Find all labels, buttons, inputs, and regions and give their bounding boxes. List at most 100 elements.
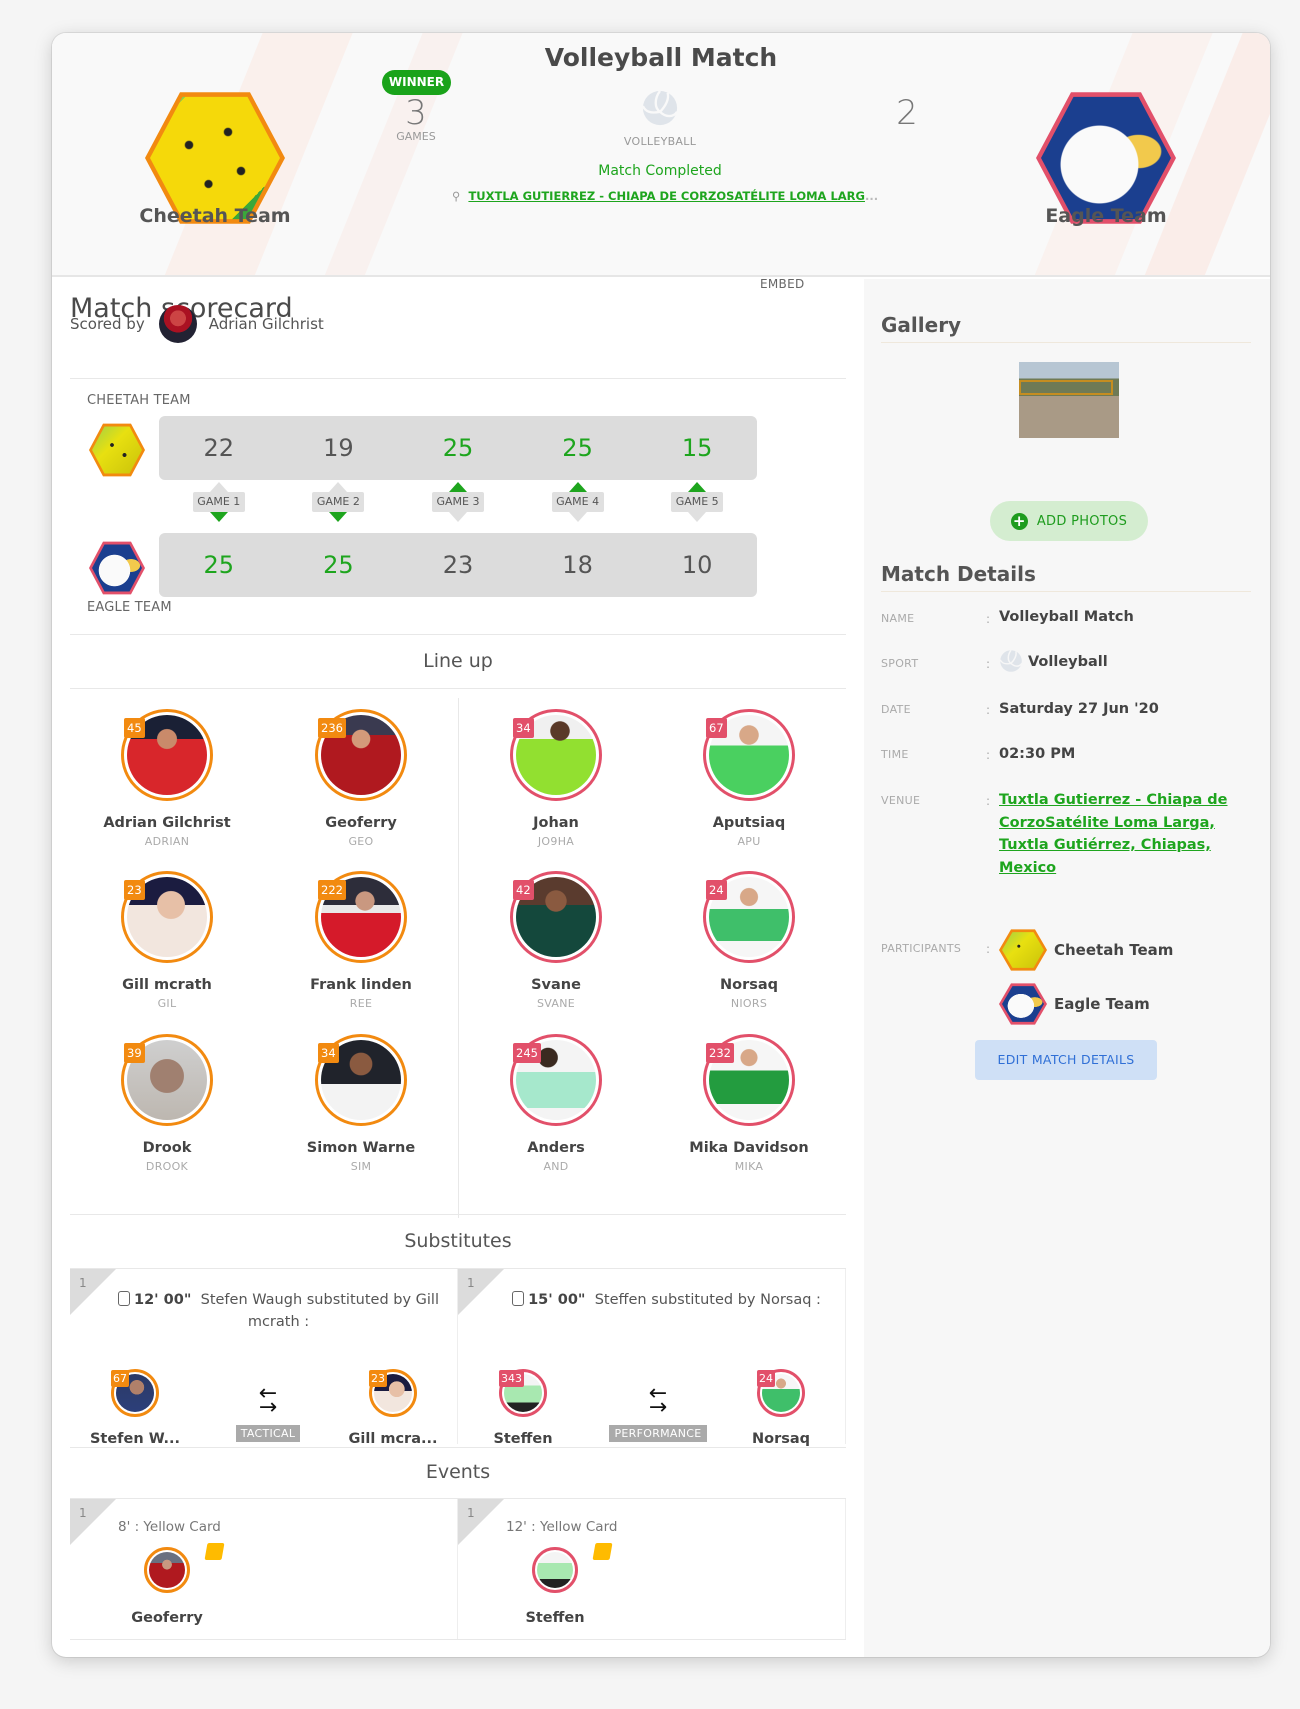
player-avatar[interactable] xyxy=(532,1547,578,1593)
player-avatar[interactable]: 34 xyxy=(315,1034,407,1126)
player-name[interactable]: Norsaq xyxy=(659,977,839,993)
jersey-number: 34 xyxy=(513,718,534,738)
swap: ← → PERFORMANCE xyxy=(608,1383,708,1442)
lineup-player-away[interactable]: 24 Norsaq NIORS xyxy=(659,871,839,1010)
player-name[interactable]: Gill mcrath xyxy=(77,977,257,993)
venue-link[interactable]: Tuxtla Gutierrez - Chiapa de CorzoSatéli… xyxy=(999,789,1239,879)
player-name[interactable]: Anders xyxy=(466,1140,646,1156)
player-avatar[interactable]: 42 xyxy=(510,871,602,963)
match-title: Volleyball Match xyxy=(544,43,778,72)
lineup-player-away[interactable]: 34 Johan JO9HA xyxy=(466,709,646,848)
divider xyxy=(70,688,846,689)
player-handle: SVANE xyxy=(536,997,575,1010)
name-value: Volleyball Match xyxy=(999,609,1134,625)
match-details-title: Match Details xyxy=(881,562,1036,586)
player-avatar[interactable]: 45 xyxy=(121,709,213,801)
participant-home[interactable]: Cheetah Team xyxy=(999,928,1173,972)
player-avatar[interactable]: 24 xyxy=(757,1369,805,1417)
divider xyxy=(70,378,846,379)
location-link[interactable]: TUXTLA GUTIERREZ - CHIAPA DE CORZOSATÉLI… xyxy=(468,189,865,203)
lineup-player-away[interactable]: 67 Aputsiaq APU xyxy=(659,709,839,848)
edit-match-details-button[interactable]: EDIT MATCH DETAILS xyxy=(975,1040,1157,1080)
player-avatar[interactable]: 232 xyxy=(703,1034,795,1126)
yellow-card-icon xyxy=(204,1543,225,1560)
player-avatar[interactable]: 343 xyxy=(499,1369,547,1417)
jersey-number: 34 xyxy=(318,1043,339,1063)
name-label: NAME xyxy=(881,612,915,625)
player-name[interactable]: Aputsiaq xyxy=(659,815,839,831)
away-team-label: EAGLE TEAM xyxy=(87,600,172,615)
player-name[interactable]: Steffen xyxy=(495,1610,615,1626)
player-out[interactable]: 67 Stefen W... xyxy=(75,1369,195,1447)
player-name[interactable]: Drook xyxy=(77,1140,257,1156)
away-team-name[interactable]: Eagle Team xyxy=(976,205,1236,227)
player-out[interactable]: 343 Steffen xyxy=(463,1369,583,1447)
match-header: Cheetah Team WINNER 3 GAMES Volleyball M… xyxy=(52,33,1270,277)
game-label: GAME 2 xyxy=(312,492,365,512)
corner-marker xyxy=(70,1269,116,1315)
scorer-avatar[interactable] xyxy=(158,305,197,343)
lineup-player-home[interactable]: 236 Geoferry GEO xyxy=(271,709,451,848)
player-handle: NIORS xyxy=(730,997,768,1010)
player-avatar[interactable]: 23 xyxy=(121,871,213,963)
player-in[interactable]: 23 Gill mcra... xyxy=(333,1369,453,1447)
arrow-down-icon xyxy=(449,512,467,522)
player-name[interactable]: Adrian Gilchrist xyxy=(77,815,257,831)
jersey-number: 67 xyxy=(111,1370,129,1387)
substitution-description: 12' 00" Stefen Waugh substituted by Gill… xyxy=(116,1289,441,1333)
participants-label: PARTICIPANTS xyxy=(881,942,962,955)
scorer-name[interactable]: Adrian Gilchrist xyxy=(209,315,324,333)
player-handle: MIKA xyxy=(734,1160,764,1173)
participant-away[interactable]: Eagle Team xyxy=(999,982,1150,1026)
home-team-name[interactable]: Cheetah Team xyxy=(85,205,345,227)
player-name[interactable]: Geoferry xyxy=(271,815,451,831)
lineup-player-away[interactable]: 42 Svane SVANE xyxy=(466,871,646,1010)
lineup-player-away[interactable]: 245 Anders AND xyxy=(466,1034,646,1173)
swap: ← → TACTICAL xyxy=(218,1383,318,1442)
player-name[interactable]: Svane xyxy=(466,977,646,993)
lineup-player-home[interactable]: 222 Frank linden REE xyxy=(271,871,451,1010)
player-avatar[interactable]: 245 xyxy=(510,1034,602,1126)
lineup-player-home[interactable]: 23 Gill mcrath GIL xyxy=(77,871,257,1010)
lineup-player-home[interactable]: 39 Drook DROOK xyxy=(77,1034,257,1173)
player-name[interactable]: Simon Warne xyxy=(271,1140,451,1156)
arrow-up-icon xyxy=(209,482,228,492)
player-avatar[interactable] xyxy=(144,1547,190,1593)
lineup-player-away[interactable]: 232 Mika Davidson MIKA xyxy=(659,1034,839,1173)
player-name[interactable]: Mika Davidson xyxy=(659,1140,839,1156)
jersey-number: 23 xyxy=(369,1370,387,1387)
lineup-player-home[interactable]: 45 Adrian Gilchrist ADRIAN xyxy=(77,709,257,848)
home-game-score: 25 xyxy=(562,434,593,462)
lineup-player-home[interactable]: 34 Simon Warne SIM xyxy=(271,1034,451,1173)
arrow-down-icon xyxy=(688,512,707,522)
winner-arrow-up-icon xyxy=(688,482,707,492)
winner-arrow-down-icon xyxy=(329,512,348,522)
home-game-score: 19 xyxy=(323,434,354,462)
player-avatar[interactable]: 236 xyxy=(315,709,407,801)
player-avatar[interactable]: 23 xyxy=(369,1369,417,1417)
player-name[interactable]: Geoferry xyxy=(107,1610,227,1626)
substitution-index: 1 xyxy=(79,1276,87,1290)
gallery-photo[interactable] xyxy=(1019,362,1119,438)
date-label: DATE xyxy=(881,703,911,716)
player-handle: APU xyxy=(737,835,761,848)
corner-marker xyxy=(70,1499,116,1545)
jersey-number: 67 xyxy=(706,718,727,738)
player-avatar[interactable]: 67 xyxy=(111,1369,159,1417)
games-label: GAMES xyxy=(396,130,436,143)
divider xyxy=(70,1639,846,1640)
winner-arrow-down-icon xyxy=(209,512,228,522)
embed-button[interactable]: EMBED xyxy=(760,277,805,291)
add-photos-button[interactable]: + ADD PHOTOS xyxy=(990,501,1148,541)
player-avatar[interactable]: 67 xyxy=(703,709,795,801)
player-in[interactable]: 24 Norsaq xyxy=(721,1369,841,1447)
jersey-number: 245 xyxy=(513,1043,541,1063)
player-avatar[interactable]: 39 xyxy=(121,1034,213,1126)
player-avatar[interactable]: 24 xyxy=(703,871,795,963)
away-game-score: 10 xyxy=(681,551,713,579)
player-avatar[interactable]: 222 xyxy=(315,871,407,963)
player-name[interactable]: Frank linden xyxy=(271,977,451,993)
arrow-down-icon xyxy=(568,512,587,522)
player-name[interactable]: Johan xyxy=(466,815,646,831)
player-avatar[interactable]: 34 xyxy=(510,709,602,801)
